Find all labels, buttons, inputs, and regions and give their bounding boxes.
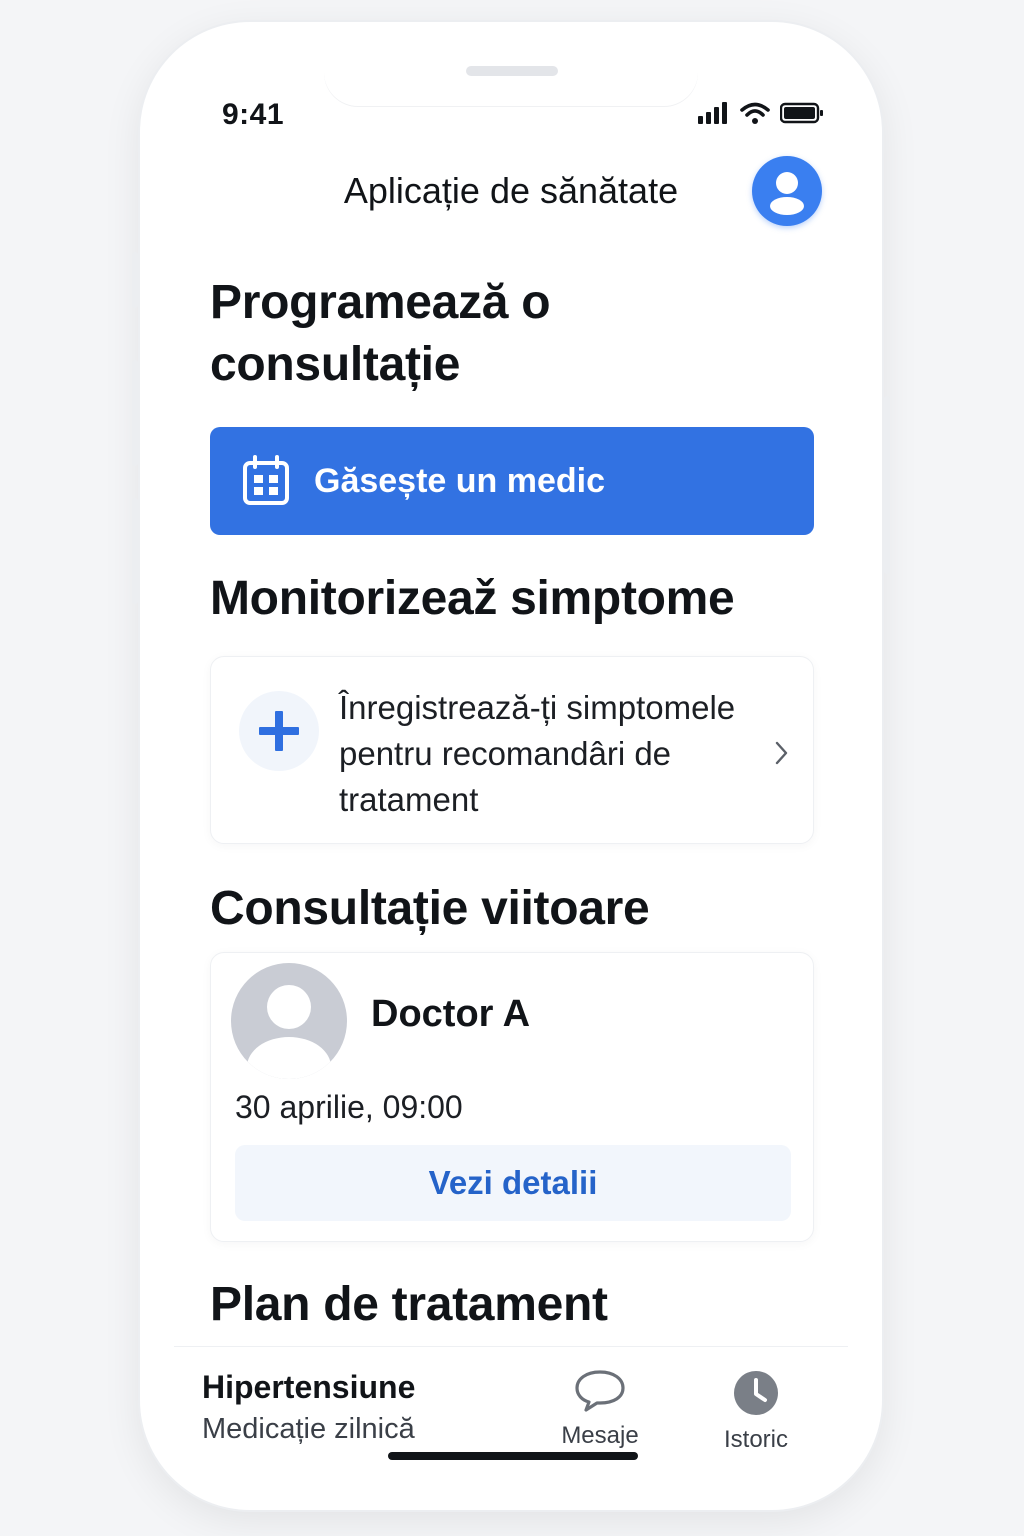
tab-history-label: Istoric xyxy=(723,1426,788,1453)
tab-history[interactable]: Istoric xyxy=(696,1369,816,1454)
find-doctor-button[interactable]: Găsește un medic xyxy=(210,427,814,535)
plus-button xyxy=(239,691,319,771)
phone-frame: 9:41 Aplicație de sănătate Programează o… xyxy=(132,22,890,1510)
calendar-icon xyxy=(243,455,289,505)
bottom-bar: Hipertensiune Medicație zilnică Mesaje I… xyxy=(174,1346,848,1482)
home-indicator[interactable] xyxy=(388,1452,638,1460)
plan-item-subtitle: Medicație zilnică xyxy=(202,1413,415,1445)
screen: 9:41 Aplicație de sănătate Programează o… xyxy=(174,50,848,1482)
power-button xyxy=(884,396,890,574)
chevron-right-icon xyxy=(775,741,788,765)
notch xyxy=(324,50,698,106)
speaker xyxy=(466,66,558,76)
status-time: 9:41 xyxy=(222,98,285,131)
plan-section-title: Plan de tratament xyxy=(210,1278,608,1331)
user-icon xyxy=(770,172,804,215)
upcoming-section-title: Consultație viitoare xyxy=(210,882,650,935)
chat-bubble-icon xyxy=(575,1370,625,1412)
find-doctor-label: Găsește un medic xyxy=(314,461,606,500)
tab-messages-label: Mesaje xyxy=(561,1422,639,1449)
plus-icon xyxy=(259,711,299,751)
status-icons xyxy=(698,102,824,124)
doctor-name: Doctor A xyxy=(371,993,531,1035)
appointment-date: 30 aprilie, 09:00 xyxy=(235,1089,463,1125)
schedule-section-title: Programează o consultație xyxy=(210,276,551,391)
wifi-icon xyxy=(740,102,770,124)
symptoms-section-title: Monitorizeaž simptome xyxy=(210,572,735,625)
view-details-button[interactable]: Vezi detalii xyxy=(235,1145,791,1221)
tab-messages[interactable]: Mesaje xyxy=(540,1369,660,1450)
volume-down-button xyxy=(132,498,138,604)
doctor-avatar xyxy=(231,963,347,1079)
app-title: Aplicație de sănătate xyxy=(343,170,679,211)
symptom-log-card[interactable]: Înregistrează-ți simptomele pentru recom… xyxy=(210,656,814,844)
profile-button[interactable] xyxy=(752,156,822,226)
battery-icon xyxy=(780,102,823,124)
plan-item-title[interactable]: Hipertensiune xyxy=(202,1369,415,1406)
appointment-card: Doctor A 30 aprilie, 09:00 Vezi detalii xyxy=(210,952,814,1242)
symptom-card-text: Înregistrează-ți simptomele pentru recom… xyxy=(339,689,736,818)
clock-icon xyxy=(734,1371,778,1415)
volume-up-button xyxy=(132,360,138,466)
side-button xyxy=(132,252,138,308)
user-silhouette-icon xyxy=(247,985,331,1079)
signal-icon xyxy=(698,102,727,124)
